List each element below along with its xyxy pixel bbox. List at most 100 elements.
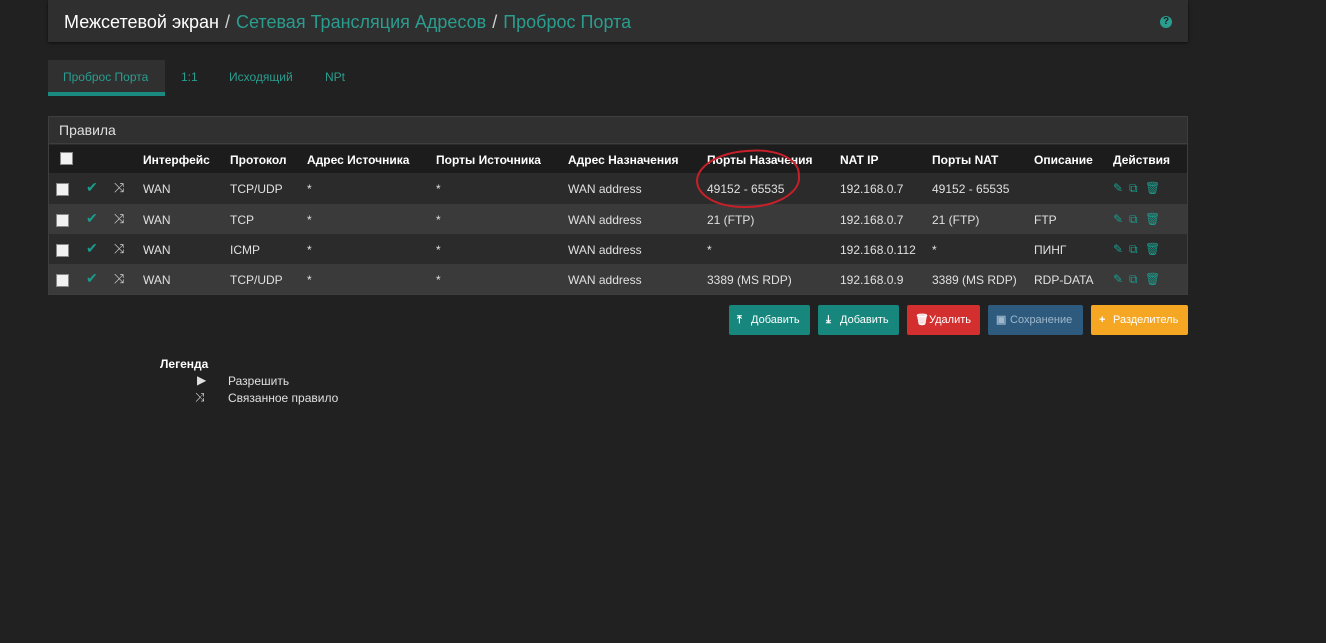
col-nat-ip: NAT IP <box>840 153 879 167</box>
cell-destination-address: WAN address <box>568 213 642 227</box>
cell-source-address: * <box>307 182 312 196</box>
cell-destination-address: WAN address <box>568 243 642 257</box>
panel-title: Правила <box>49 117 1187 144</box>
shuffle-icon: ⤨ <box>195 390 205 404</box>
cell-nat-ports: 49152 - 65535 <box>932 182 1010 196</box>
tab-outbound[interactable]: Исходящий <box>229 60 293 96</box>
shuffle-icon: ⤨ <box>114 241 125 256</box>
col-source-ports: Порты Источника <box>436 153 541 167</box>
table-row: ✔ ⤨ WAN TCP/UDP * * WAN address 3389 (MS… <box>49 264 1187 294</box>
col-actions: Действия <box>1113 153 1171 167</box>
legend-allow: Разрешить <box>228 374 290 388</box>
copy-icon[interactable]: ⧉ <box>1129 242 1138 257</box>
col-protocol: Протокол <box>230 153 287 167</box>
add-top-button[interactable]: ⤒ Добавить <box>729 305 810 335</box>
trash-icon[interactable]: 🗑 <box>1145 272 1160 286</box>
pencil-icon[interactable]: ✎ <box>1113 272 1123 286</box>
separator-button[interactable]: + Разделитель <box>1091 305 1188 335</box>
cell-nat-ip: 192.168.0.112 <box>840 243 916 257</box>
cell-protocol: TCP/UDP <box>230 182 283 196</box>
cell-protocol: TCP/UDP <box>230 273 283 287</box>
trash-icon[interactable]: 🗑 <box>1145 242 1160 256</box>
breadcrumb-port-forward-link[interactable]: Проброс Порта <box>503 12 631 32</box>
check-icon[interactable]: ✔ <box>86 270 98 287</box>
copy-icon[interactable]: ⧉ <box>1129 181 1138 196</box>
pencil-icon[interactable]: ✎ <box>1113 212 1123 226</box>
col-nat-ports: Порты NAT <box>932 153 999 167</box>
rules-panel: Правила Интерфейс Протокол Адрес Источни… <box>48 116 1188 295</box>
pencil-icon[interactable]: ✎ <box>1113 242 1123 256</box>
pencil-icon[interactable]: ✎ <box>1113 181 1123 195</box>
cell-description: ПИНГ <box>1034 243 1067 257</box>
breadcrumb-separator: / <box>492 12 498 32</box>
top-bar: Межсетевой экран / Сетевая Трансляция Адре… <box>48 0 1188 42</box>
row-checkbox[interactable] <box>56 214 69 227</box>
check-icon[interactable]: ✔ <box>86 210 98 227</box>
breadcrumb: Межсетевой экран / Сетевая Трансляция Адре… <box>64 12 631 33</box>
save-label: Сохранение <box>1010 314 1073 326</box>
shuffle-icon: ⤨ <box>114 271 125 286</box>
arrow-up-icon: ⤒ <box>737 314 742 326</box>
cell-description: FTP <box>1034 213 1057 227</box>
col-description: Описание <box>1034 153 1093 167</box>
floppy-icon: ▣ <box>996 314 1007 326</box>
table-row: ✔ ⤨ WAN TCP/UDP * * WAN address 49152 - … <box>49 173 1187 203</box>
check-icon[interactable]: ✔ <box>86 240 98 257</box>
cell-source-address: * <box>307 213 312 227</box>
cell-destination-ports: 3389 (MS RDP) <box>707 273 792 287</box>
trash-icon: 🗑 <box>915 314 929 326</box>
cell-protocol: TCP <box>230 213 254 227</box>
cell-description: RDP-DATA <box>1034 273 1094 287</box>
save-button[interactable]: ▣ Сохранение <box>988 305 1083 335</box>
table-header: Интерфейс Протокол Адрес Источника Порты… <box>49 145 1187 173</box>
cell-source-address: * <box>307 273 312 287</box>
cell-nat-ports: 21 (FTP) <box>932 213 980 227</box>
legend: Легенда ▶ Разрешить ⤨ Связанное правило <box>160 357 338 405</box>
row-checkbox[interactable] <box>56 244 69 257</box>
separator-label: Разделитель <box>1113 314 1179 326</box>
tab-npt[interactable]: NPt <box>325 60 345 96</box>
cell-interface: WAN <box>143 273 171 287</box>
col-interface: Интерфейс <box>143 153 210 167</box>
check-icon[interactable]: ✔ <box>86 179 98 196</box>
tab-port-forward[interactable]: Проброс Порта <box>48 60 165 96</box>
table-row: ✔ ⤨ WAN ICMP * * WAN address * 192.168.0… <box>49 234 1187 264</box>
cell-destination-ports: * <box>707 243 712 257</box>
add-bottom-label: Добавить <box>840 314 889 326</box>
add-top-label: Добавить <box>751 314 800 326</box>
add-bottom-button[interactable]: ⤓ Добавить <box>818 305 899 335</box>
cell-interface: WAN <box>143 182 171 196</box>
cell-nat-ip: 192.168.0.9 <box>840 273 904 287</box>
cell-nat-ip: 192.168.0.7 <box>840 182 904 196</box>
breadcrumb-separator: / <box>224 12 230 32</box>
col-destination-address: Адрес Назначения <box>568 153 679 167</box>
copy-icon[interactable]: ⧉ <box>1129 272 1138 287</box>
cell-source-ports: * <box>436 243 441 257</box>
row-checkbox[interactable] <box>56 183 69 196</box>
cell-source-ports: * <box>436 273 441 287</box>
trash-icon[interactable]: 🗑 <box>1145 181 1160 195</box>
breadcrumb-firewall: Межсетевой экран <box>64 12 219 32</box>
plus-icon: + <box>1099 314 1106 326</box>
delete-label: Удалить <box>929 314 971 326</box>
cell-source-address: * <box>307 243 312 257</box>
trash-icon[interactable]: 🗑 <box>1145 212 1160 226</box>
arrow-down-icon: ⤓ <box>826 314 831 326</box>
legend-title: Легенда <box>160 357 209 371</box>
cell-destination-ports: 21 (FTP) <box>707 213 755 227</box>
tab-one-to-one[interactable]: 1:1 <box>181 60 198 96</box>
cell-source-ports: * <box>436 213 441 227</box>
cell-nat-ports: * <box>932 243 937 257</box>
cell-nat-ports: 3389 (MS RDP) <box>932 273 1017 287</box>
play-icon: ▶ <box>197 373 207 387</box>
delete-button[interactable]: 🗑Удалить <box>907 305 980 335</box>
breadcrumb-nat-link[interactable]: Сетевая Трансляция Адресов <box>236 12 486 32</box>
row-checkbox[interactable] <box>56 274 69 287</box>
select-all-checkbox[interactable] <box>60 152 73 165</box>
question-icon[interactable]: ? <box>1160 16 1172 28</box>
copy-icon[interactable]: ⧉ <box>1129 212 1138 227</box>
cell-interface: WAN <box>143 243 171 257</box>
legend-linked: Связанное правило <box>228 391 339 405</box>
cell-source-ports: * <box>436 182 441 196</box>
shuffle-icon: ⤨ <box>114 180 125 195</box>
